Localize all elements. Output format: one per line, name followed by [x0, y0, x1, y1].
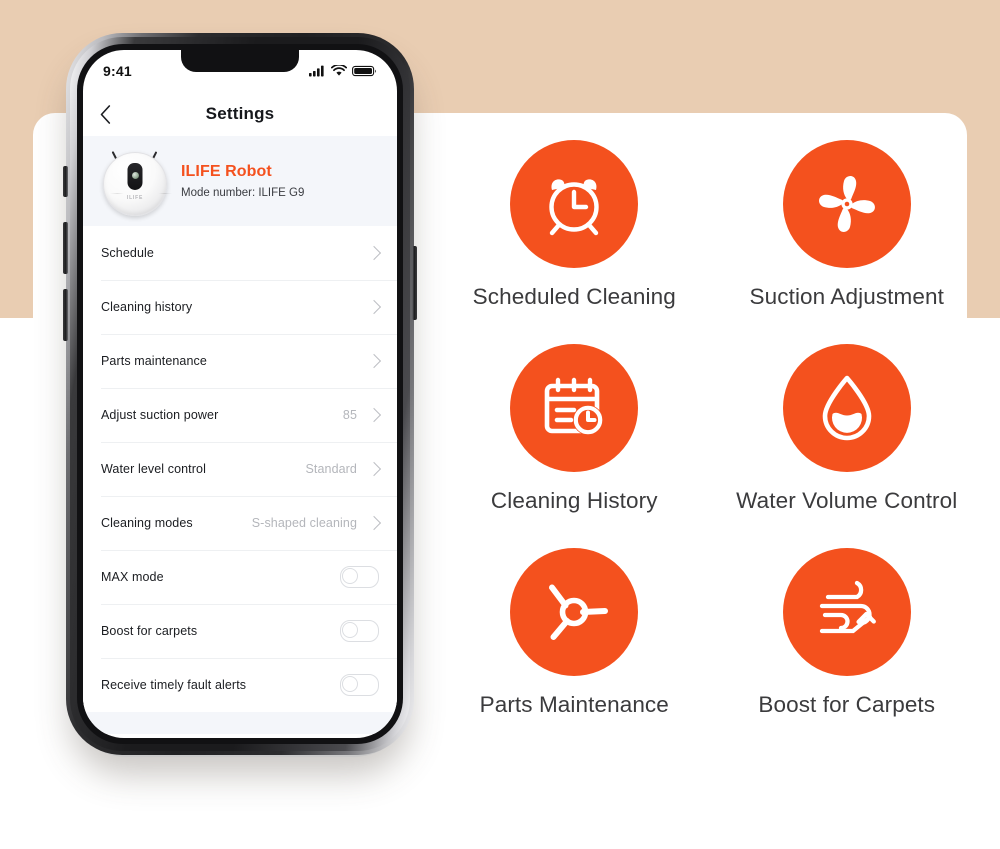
settings-row-adjust-suction-power[interactable]: Adjust suction power 85 — [83, 388, 397, 442]
settings-row-max-mode[interactable]: MAX mode — [83, 550, 397, 604]
feature-water-volume-control[interactable]: Water Volume Control — [711, 344, 984, 514]
robot-vacuum-image: ILIFE — [97, 144, 172, 218]
feature-label: Scheduled Cleaning — [472, 284, 676, 309]
settings-row-label: Schedule — [101, 246, 154, 260]
device-name: ILIFE Robot — [181, 163, 272, 180]
chevron-right-icon — [366, 299, 382, 315]
robot-sensor-pod — [127, 163, 143, 190]
settings-row-label: MAX mode — [101, 570, 164, 584]
phone-silent-switch[interactable] — [63, 166, 68, 197]
settings-row-parts-maintenance[interactable]: Parts maintenance — [83, 334, 397, 388]
toggle-knob — [342, 568, 358, 584]
feature-label: Boost for Carpets — [758, 692, 936, 717]
device-text: ILIFE Robot Mode number: ILIFE G9 — [181, 163, 304, 199]
feature-icon-circle — [782, 548, 911, 676]
phone-power-button[interactable] — [412, 246, 417, 320]
chevron-right-icon — [366, 245, 382, 261]
phone-volume-down-button[interactable] — [63, 289, 68, 341]
phone-screen: 9:41 Settings ILIFE ILIFE Robot Mode num… — [83, 50, 397, 738]
battery-icon — [352, 65, 376, 77]
settings-row-label: Parts maintenance — [101, 354, 207, 368]
calendar-clock-icon — [544, 377, 604, 435]
alarm-clock-icon — [549, 179, 599, 236]
chevron-left-icon — [100, 104, 110, 124]
settings-row-cleaning-modes[interactable]: Cleaning modes S-shaped cleaning — [83, 496, 397, 550]
settings-row-label: Boost for carpets — [101, 624, 198, 638]
chevron-right-icon — [366, 407, 382, 423]
settings-row-schedule[interactable]: Schedule — [83, 226, 397, 280]
phone-volume-up-button[interactable] — [63, 222, 68, 274]
settings-row-label: Cleaning modes — [101, 516, 193, 530]
signal-icon — [309, 65, 324, 77]
feature-suction-adjustment[interactable]: Suction Adjustment — [711, 140, 984, 310]
feature-label: Cleaning History — [490, 488, 658, 513]
robot-logo: ILIFE — [126, 195, 144, 201]
settings-list: Schedule Cleaning history Parts maintena… — [83, 226, 397, 734]
robot-lens — [131, 172, 139, 179]
max-mode-toggle[interactable] — [340, 566, 379, 588]
feature-grid: Scheduled Cleaning Suction Adjustment Cl… — [438, 140, 983, 718]
settings-row-water-level-control[interactable]: Water level control Standard — [83, 442, 397, 496]
feature-label: Suction Adjustment — [749, 284, 944, 309]
toggle-knob — [342, 622, 358, 638]
feature-icon-circle — [510, 344, 639, 472]
fault-alerts-toggle[interactable] — [340, 674, 379, 696]
chevron-right-icon — [366, 461, 382, 477]
back-button[interactable] — [83, 92, 127, 136]
settings-row-value: S-shaped cleaning — [251, 516, 357, 530]
status-time: 9:41 — [103, 63, 132, 79]
feature-icon-circle — [782, 344, 911, 472]
settings-row-label: Water level control — [101, 462, 206, 476]
toggle-knob — [342, 676, 358, 692]
robot-seam — [110, 193, 172, 194]
status-bar: 9:41 — [83, 50, 397, 92]
settings-row-value: 85 — [342, 408, 357, 422]
feature-parts-maintenance[interactable]: Parts Maintenance — [438, 548, 711, 718]
device-card[interactable]: ILIFE ILIFE Robot Mode number: ILIFE G9 — [83, 136, 397, 226]
feature-cleaning-history[interactable]: Cleaning History — [438, 344, 711, 514]
water-drop-icon — [822, 375, 872, 441]
feature-label: Parts Maintenance — [479, 692, 669, 717]
feature-label: Water Volume Control — [736, 488, 958, 513]
robot-body: ILIFE — [103, 152, 172, 216]
settings-row-cleaning-history[interactable]: Cleaning history — [83, 280, 397, 334]
device-model: Mode number: ILIFE G9 — [181, 187, 305, 199]
settings-row-label: Adjust suction power — [101, 408, 219, 422]
feature-icon-circle — [510, 548, 639, 676]
feature-boost-for-carpets[interactable]: Boost for Carpets — [711, 548, 984, 718]
side-brush-icon — [549, 584, 609, 640]
settings-row-fault-alerts[interactable]: Receive timely fault alerts — [83, 658, 397, 712]
nav-bar: Settings — [83, 92, 397, 136]
phone-mockup: 9:41 Settings ILIFE ILIFE Robot Mode num… — [62, 27, 418, 759]
home-indicator-area — [83, 712, 397, 734]
chevron-right-icon — [366, 353, 382, 369]
feature-icon-circle — [782, 140, 911, 268]
boost-for-carpets-toggle[interactable] — [340, 620, 379, 642]
status-icons — [309, 65, 377, 77]
settings-row-value: Standard — [305, 462, 357, 476]
chevron-right-icon — [366, 515, 382, 531]
settings-row-boost-for-carpets[interactable]: Boost for carpets — [83, 604, 397, 658]
airflow-arrow-icon — [819, 580, 876, 634]
wifi-icon — [331, 65, 347, 76]
settings-row-label: Receive timely fault alerts — [101, 678, 247, 692]
feature-scheduled-cleaning[interactable]: Scheduled Cleaning — [438, 140, 711, 310]
settings-row-label: Cleaning history — [101, 300, 193, 314]
fan-icon — [818, 176, 875, 232]
page-title: Settings — [205, 104, 275, 123]
feature-icon-circle — [510, 140, 639, 268]
